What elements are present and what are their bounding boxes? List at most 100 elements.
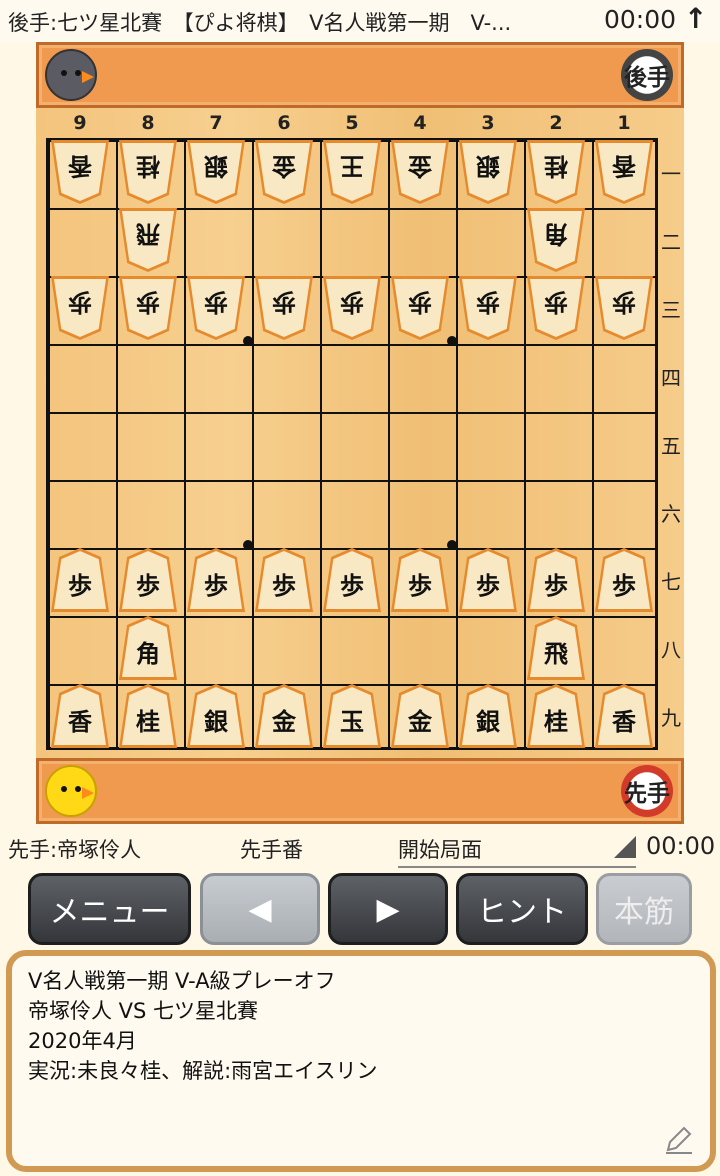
piece-sente[interactable]: 金: [391, 684, 449, 748]
piece-label: 歩: [408, 288, 432, 318]
hint-button[interactable]: ヒント: [456, 873, 588, 945]
piece-gote[interactable]: 香: [598, 143, 650, 201]
piece-gote[interactable]: 金: [394, 143, 446, 201]
piece-label: 歩: [476, 570, 500, 600]
piece-gote[interactable]: 歩: [122, 279, 174, 337]
piece-gote[interactable]: 歩: [462, 279, 514, 337]
piece-label: 銀: [204, 706, 228, 736]
piece-gote[interactable]: 歩: [598, 279, 650, 337]
file-label: 5: [345, 112, 359, 134]
menu-button[interactable]: メニュー: [28, 873, 191, 945]
panel-line: 実況:未良々桂、解説:雨宮エイスリン: [28, 1059, 378, 1083]
piece-label: 桂: [544, 152, 568, 182]
piece-label: 歩: [544, 570, 568, 600]
rank-label: 四: [661, 365, 681, 390]
piece-sente[interactable]: 香: [51, 684, 109, 748]
star-point: [243, 336, 253, 346]
piece-sente[interactable]: 歩: [459, 548, 517, 612]
piece-label: 香: [612, 152, 636, 182]
piece-sente[interactable]: 歩: [527, 548, 585, 612]
piece-gote[interactable]: 飛: [122, 211, 174, 269]
piece-sente[interactable]: 銀: [187, 684, 245, 748]
back-button[interactable]: ◀: [200, 873, 320, 945]
file-label: 1: [617, 112, 631, 134]
rank-labels: 一 二 三 四 五 六 七 八 九: [658, 138, 684, 750]
info-row: 先手:帝塚伶人 先手番 開始局面 00:00: [0, 830, 720, 868]
file-label: 7: [209, 112, 223, 134]
piece-label: 歩: [544, 288, 568, 318]
piece-gote[interactable]: 銀: [190, 143, 242, 201]
rank-label: 五: [661, 433, 681, 458]
dropdown-triangle-icon[interactable]: [614, 836, 636, 858]
piece-label: 玉: [340, 706, 364, 736]
piece-label: 桂: [136, 706, 160, 736]
piece-sente[interactable]: 歩: [51, 548, 109, 612]
piece-sente[interactable]: 歩: [187, 548, 245, 612]
piece-sente[interactable]: 歩: [255, 548, 313, 612]
piece-sente[interactable]: 銀: [459, 684, 517, 748]
rank-label: 二: [661, 229, 681, 254]
piece-gote[interactable]: 王: [326, 143, 378, 201]
sente-hand-stand[interactable]: 先手: [36, 758, 684, 824]
piece-label: 金: [408, 152, 432, 182]
piece-label: 金: [272, 152, 296, 182]
piece-label: 歩: [272, 288, 296, 318]
piece-sente[interactable]: 歩: [323, 548, 381, 612]
panel-line: V名人戦第一期 V-A級プレーオフ: [28, 969, 336, 993]
scroll-up-icon[interactable]: ↑: [684, 2, 707, 35]
piece-sente[interactable]: 金: [255, 684, 313, 748]
sente-badge: 先手: [621, 765, 673, 817]
piece-label: 金: [408, 706, 432, 736]
piece-label: 歩: [204, 570, 228, 600]
piece-sente[interactable]: 桂: [527, 684, 585, 748]
piece-sente[interactable]: 歩: [595, 548, 653, 612]
piece-label: 歩: [272, 570, 296, 600]
rank-label: 九: [661, 705, 681, 730]
piece-label: 桂: [544, 706, 568, 736]
piece-label: 王: [340, 152, 364, 182]
piece-sente[interactable]: 飛: [527, 616, 585, 680]
game-info-panel[interactable]: V名人戦第一期 V-A級プレーオフ 帝塚伶人 VS 七ツ星北賽 2020年4月 …: [6, 950, 716, 1172]
piece-gote[interactable]: 歩: [190, 279, 242, 337]
edit-pencil-icon[interactable]: [662, 1122, 696, 1156]
game-title: 後手:七ツ星北賽 【ぴよ将棋】 V名人戦第一期 V-...: [8, 11, 512, 35]
sente-clock: 00:00: [646, 832, 716, 860]
file-label: 3: [481, 112, 495, 134]
piece-sente[interactable]: 香: [595, 684, 653, 748]
piece-sente[interactable]: 歩: [119, 548, 177, 612]
piece-gote[interactable]: 歩: [326, 279, 378, 337]
piece-gote[interactable]: 桂: [122, 143, 174, 201]
star-point: [447, 540, 457, 550]
piece-gote[interactable]: 歩: [394, 279, 446, 337]
piece-label: 歩: [612, 288, 636, 318]
piece-sente[interactable]: 桂: [119, 684, 177, 748]
piece-sente[interactable]: 歩: [391, 548, 449, 612]
file-labels: 9 8 7 6 5 4 3 2 1: [46, 112, 658, 138]
position-select[interactable]: 開始局面: [398, 834, 636, 868]
gote-hand-stand[interactable]: 後手: [36, 42, 684, 108]
piece-label: 歩: [204, 288, 228, 318]
piece-label: 銀: [476, 706, 500, 736]
gote-badge: 後手: [621, 49, 673, 101]
piece-gote[interactable]: 金: [258, 143, 310, 201]
panel-line: 帝塚伶人 VS 七ツ星北賽: [28, 999, 259, 1023]
piece-gote[interactable]: 歩: [258, 279, 310, 337]
piece-label: 金: [272, 706, 296, 736]
rank-label: 八: [661, 637, 681, 662]
piece-gote[interactable]: 香: [54, 143, 106, 201]
panel-line: 2020年4月: [28, 1029, 137, 1053]
piece-label: 歩: [68, 288, 92, 318]
piece-gote[interactable]: 銀: [462, 143, 514, 201]
piece-gote[interactable]: 桂: [530, 143, 582, 201]
rank-label: 七: [661, 569, 681, 594]
gote-avatar: [45, 49, 97, 101]
piece-sente[interactable]: 角: [119, 616, 177, 680]
mainline-button[interactable]: 本筋: [596, 873, 692, 945]
piece-label: 香: [68, 152, 92, 182]
piece-gote[interactable]: 歩: [54, 279, 106, 337]
piece-label: 歩: [68, 570, 92, 600]
forward-button[interactable]: ▶: [328, 873, 448, 945]
piece-gote[interactable]: 歩: [530, 279, 582, 337]
piece-gote[interactable]: 角: [530, 211, 582, 269]
piece-sente[interactable]: 玉: [323, 684, 381, 748]
